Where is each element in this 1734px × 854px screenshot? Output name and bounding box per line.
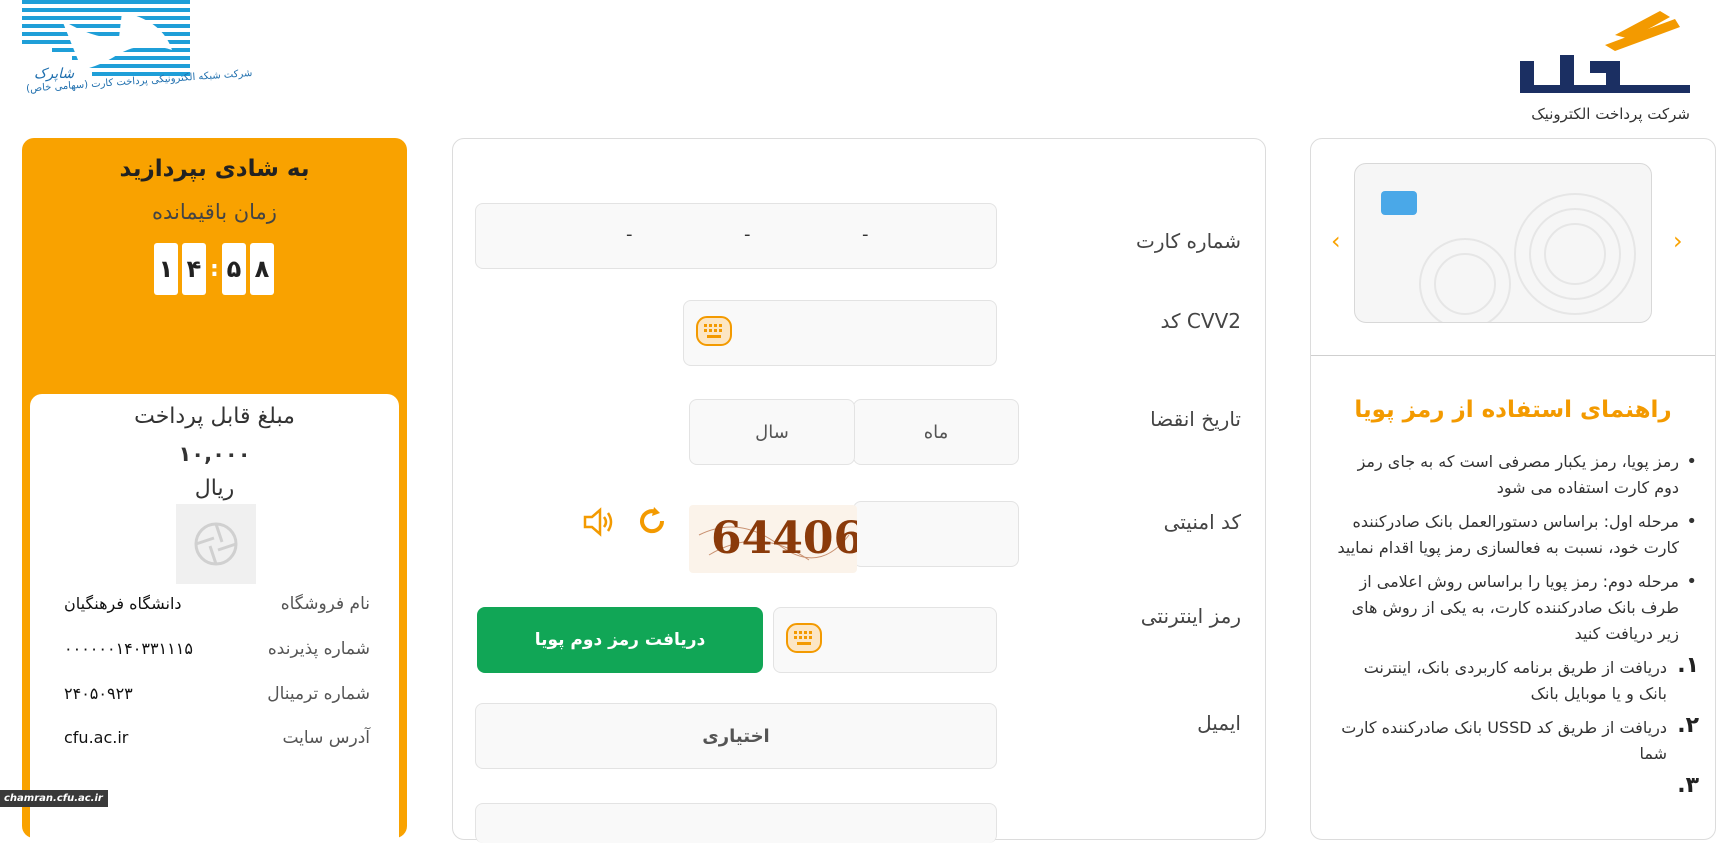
- guide-title: راهنمای استفاده از رمز پویا: [1354, 397, 1672, 423]
- bank-card-preview: [1354, 163, 1652, 323]
- timer-digit: ۴: [182, 243, 206, 295]
- guide-step: ۲. دریافت از طریق کد USSD بانک صادرکننده …: [1337, 713, 1699, 767]
- info-value: ۲۴۰۵۰۹۲۳: [64, 684, 133, 703]
- amount-label: مبلغ قابل پرداخت: [134, 404, 295, 429]
- email-label: ایمیل: [1197, 711, 1241, 735]
- merchant-logo: [176, 504, 256, 584]
- card-dash: -: [744, 224, 751, 245]
- watermark: chamran.cfu.ac.ir: [0, 790, 108, 807]
- guide-step-text: دریافت از طریق برنامه کاربردی بانک، اینت…: [1363, 658, 1667, 703]
- info-row-terminal: شماره ترمینال ۲۴۰۵۰۹۲۳: [64, 684, 370, 714]
- chevron-right-icon[interactable]: ›: [1673, 227, 1683, 255]
- info-value: دانشگاه فرهنگیان: [64, 594, 182, 613]
- email-placeholder: اختیاری: [702, 725, 770, 747]
- card-chip-icon: [1381, 191, 1417, 215]
- expiry-label: تاریخ انقضا: [1150, 407, 1241, 431]
- info-label: شماره ترمینال: [267, 684, 370, 704]
- guide-step: ۱. دریافت از طریق برنامه کاربردی بانک، ای…: [1337, 653, 1699, 707]
- guide-panel: ‹ › راهنمای استفاده از رمز پویا • رمز پوی…: [1310, 138, 1716, 840]
- guide-item: • مرحله دوم: رمز پویا را براساس روش اعلام…: [1351, 571, 1697, 643]
- shaparak-logo: شرکت شبکه الکترونیکی پرداخت کارت (سهامی …: [22, 0, 253, 115]
- captcha-image: 64406: [689, 505, 857, 573]
- info-value: ۰۰۰۰۰۰۱۴۰۳۳۱۱۱۵: [64, 639, 193, 658]
- timer-digit: ۵: [222, 243, 246, 295]
- aperture-icon: [194, 522, 238, 566]
- card-dash: -: [626, 224, 633, 245]
- timer-digit: ۱: [154, 243, 178, 295]
- guide-step-number: ۲.: [1677, 713, 1699, 738]
- card-number-input[interactable]: - - -: [475, 203, 997, 269]
- email-input[interactable]: اختیاری: [475, 703, 997, 769]
- shaparak-name: شاپرک: [34, 66, 75, 82]
- refresh-captcha-icon[interactable]: [636, 505, 668, 537]
- chevron-left-icon[interactable]: ‹: [1331, 227, 1341, 255]
- timer-colon: :: [210, 256, 219, 282]
- payment-summary-card: مبلغ قابل پرداخت ۱۰,۰۰۰ ریال نام فروشگاه…: [30, 394, 399, 854]
- info-value: cfu.ac.ir: [64, 728, 129, 747]
- guide-item-text: مرحله اول: براساس دستورالعمل بانک صادرکن…: [1337, 512, 1680, 557]
- guide-step-number: ۳.: [1677, 773, 1699, 798]
- remaining-time-label: زمان باقیمانده: [152, 200, 277, 224]
- guide-step-number: ۱.: [1677, 653, 1699, 678]
- payment-form: شماره کارت - - - کد CVV2 تاریخ انقضا ماه…: [452, 138, 1266, 843]
- card-pattern: [1419, 193, 1636, 322]
- info-label: شماره پذیرنده: [267, 639, 370, 659]
- shaparak-logo-mark: [22, 0, 190, 76]
- year-placeholder: سال: [755, 421, 789, 443]
- currency-label: ریال: [194, 476, 235, 501]
- security-code-label: کد امنیتی: [1163, 510, 1241, 534]
- get-dynamic-password-button[interactable]: دریافت رمز دوم پویا: [477, 607, 763, 673]
- virtual-keyboard-icon[interactable]: [786, 623, 822, 653]
- next-field[interactable]: [475, 803, 997, 843]
- guide-step-text: دریافت از طریق کد USSD بانک صادرکننده کا…: [1341, 718, 1667, 763]
- amount-value: ۱۰,۰۰۰: [178, 442, 251, 466]
- timer-digit: ۸: [250, 243, 274, 295]
- timer-panel-title: به شادی بپردازید: [119, 156, 310, 182]
- month-placeholder: ماه: [923, 421, 949, 443]
- virtual-keyboard-icon[interactable]: [696, 316, 732, 346]
- sadad-logo-mark: [1520, 11, 1690, 93]
- internet-password-label: رمز اینترنتی: [1140, 604, 1241, 628]
- info-label: نام فروشگاه: [280, 594, 370, 614]
- audio-captcha-icon[interactable]: [581, 505, 615, 539]
- expiry-month-input[interactable]: ماه: [853, 399, 1019, 465]
- security-code-input[interactable]: [853, 501, 1019, 567]
- info-row-merchant-id: شماره پذیرنده ۰۰۰۰۰۰۱۴۰۳۳۱۱۱۵: [64, 639, 370, 669]
- expiry-year-input[interactable]: سال: [689, 399, 855, 465]
- card-carousel: ‹ ›: [1311, 139, 1715, 356]
- guide-list: • رمز پویا، رمز یکبار مصرفی است که به جای…: [1337, 449, 1700, 798]
- info-label: آدرس سایت: [282, 728, 370, 748]
- countdown-timer: ۱ ۴ : ۵ ۸: [154, 243, 274, 295]
- captcha-text: 64406: [711, 513, 857, 564]
- guide-item: • مرحله اول: براساس دستورالعمل بانک صادرک…: [1337, 511, 1698, 557]
- sadad-subtitle: شرکت پرداخت الکترونیک: [1531, 105, 1690, 123]
- info-row-site: آدرس سایت cfu.ac.ir: [64, 728, 370, 758]
- guide-item: • رمز پویا، رمز یکبار مصرفی است که به جای…: [1357, 451, 1697, 497]
- cvv2-label: کد CVV2: [1160, 309, 1241, 333]
- card-dash: -: [862, 224, 869, 245]
- timer-panel: به شادی بپردازید زمان باقیمانده ۱ ۴ : ۵ …: [22, 138, 407, 854]
- cvv2-input[interactable]: [683, 300, 997, 366]
- internet-password-input[interactable]: [773, 607, 997, 673]
- card-number-label: شماره کارت: [1135, 229, 1241, 253]
- guide-item-text: رمز پویا، رمز یکبار مصرفی است که به جای …: [1357, 452, 1679, 497]
- info-row-store: نام فروشگاه دانشگاه فرهنگیان: [64, 594, 370, 624]
- guide-item-text: مرحله دوم: رمز پویا را براساس روش اعلامی…: [1351, 572, 1679, 643]
